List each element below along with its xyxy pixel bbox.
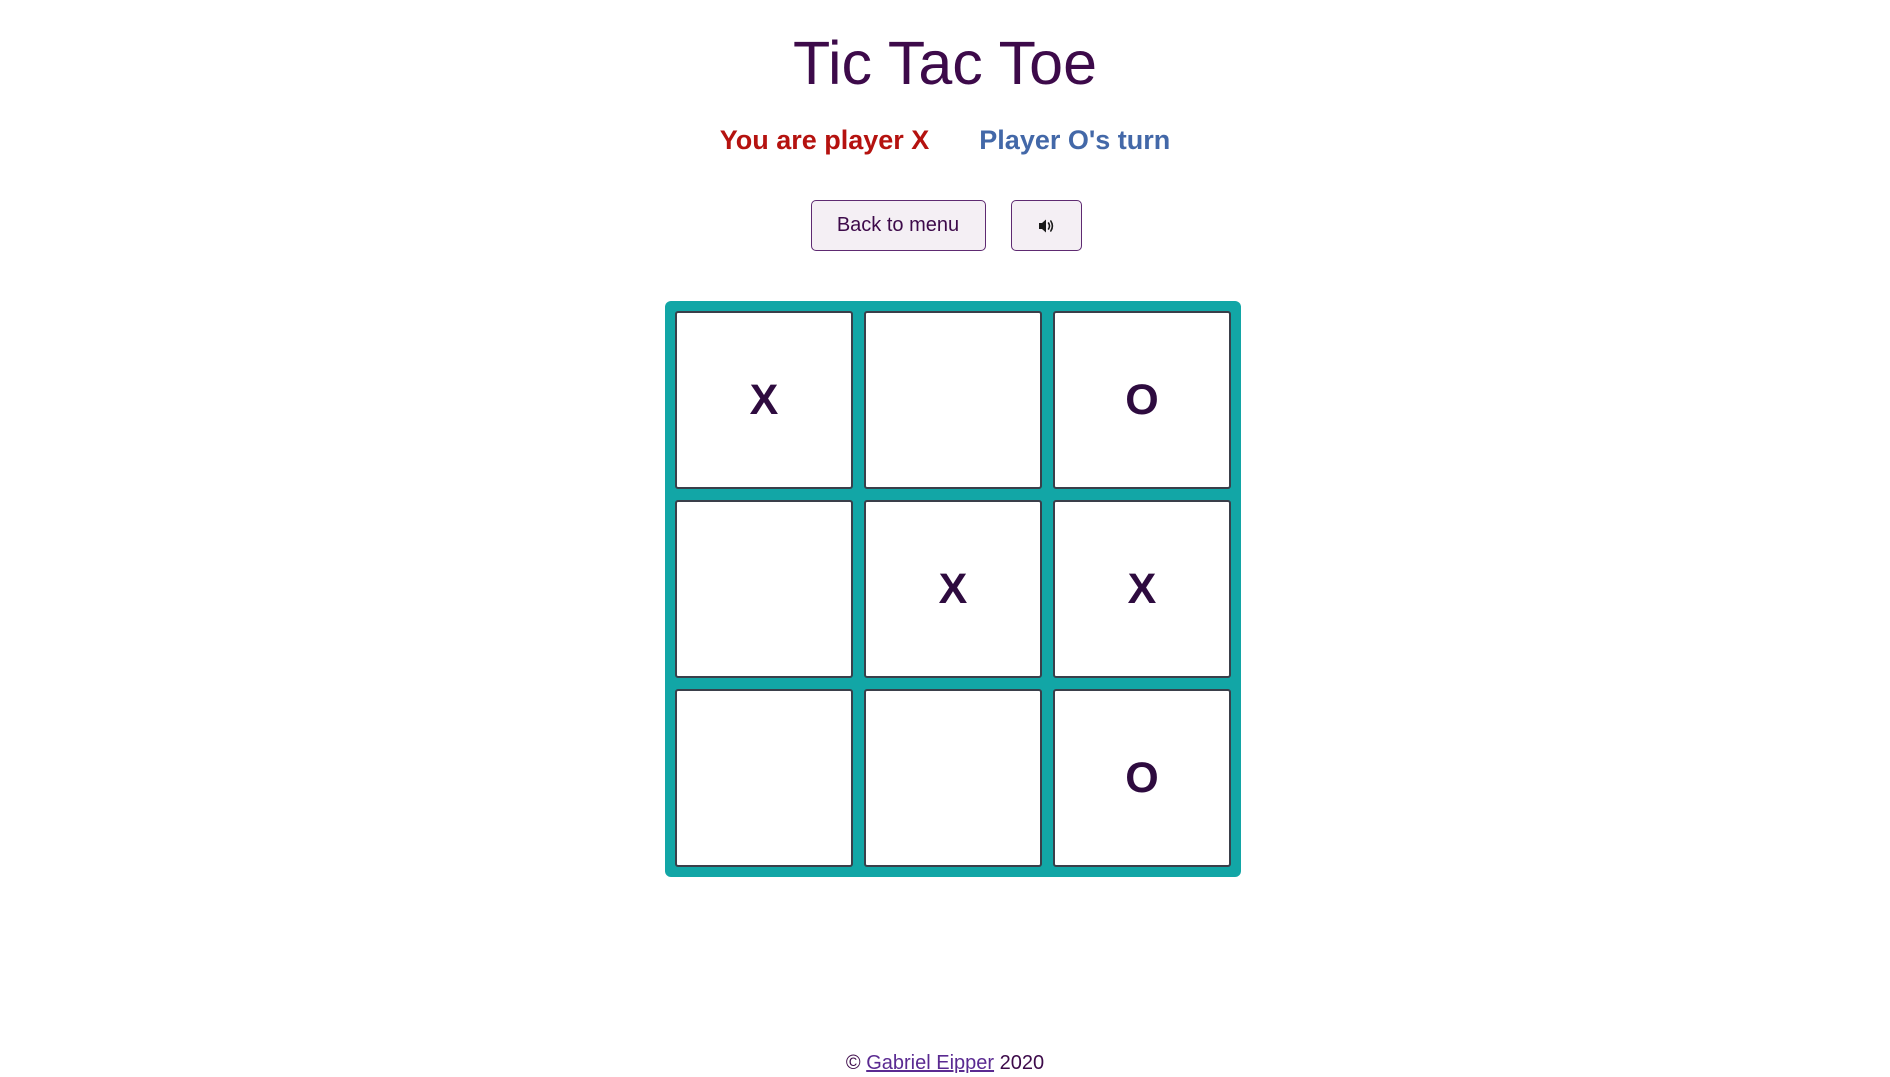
board-cell-3[interactable]: O bbox=[1053, 311, 1231, 489]
footer: © Gabriel Eipper 2020 bbox=[0, 1050, 1890, 1076]
board-cell-4[interactable] bbox=[675, 500, 853, 678]
author-link[interactable]: Gabriel Eipper bbox=[866, 1052, 994, 1074]
page: Tic Tac Toe You are player X Player O's … bbox=[0, 0, 1890, 1077]
copyright-year: 2020 bbox=[999, 1052, 1045, 1074]
sound-toggle-button[interactable] bbox=[1010, 200, 1082, 251]
board-cell-6[interactable]: X bbox=[1053, 500, 1231, 678]
board-cell-8[interactable] bbox=[864, 689, 1042, 867]
game-board: X O X X O bbox=[665, 301, 1241, 877]
speaker-icon bbox=[1039, 219, 1054, 232]
board-cell-2[interactable] bbox=[864, 311, 1042, 489]
controls: Back to menu bbox=[0, 200, 1890, 251]
board-cell-7[interactable] bbox=[675, 689, 853, 867]
board-cell-1[interactable]: X bbox=[675, 311, 853, 489]
board-cell-9[interactable]: O bbox=[1053, 689, 1231, 867]
back-to-menu-button[interactable]: Back to menu bbox=[810, 200, 986, 251]
board-cell-5[interactable]: X bbox=[864, 500, 1042, 678]
player-label: You are player X bbox=[719, 125, 930, 155]
status-row: You are player X Player O's turn bbox=[0, 122, 1890, 158]
copyright-symbol: © bbox=[845, 1052, 861, 1074]
page-title: Tic Tac Toe bbox=[792, 29, 1098, 97]
turn-indicator: Player O's turn bbox=[979, 125, 1171, 155]
